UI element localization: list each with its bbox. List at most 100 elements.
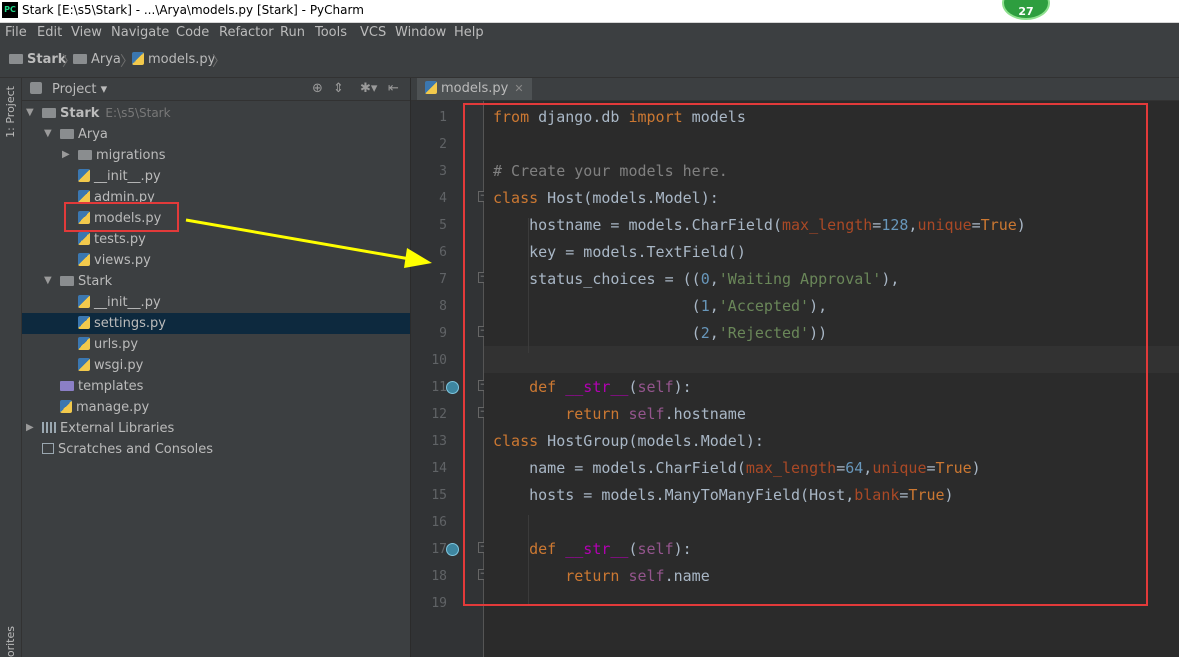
tab-models-py[interactable]: models.py ✕	[417, 78, 532, 100]
python-file-icon	[78, 337, 90, 350]
project-panel: Project ▾ ⊕ ⇕ ✱▾ ⇤ ▼ Stark E:\s5\Stark ▼ …	[22, 78, 411, 657]
python-file-icon	[78, 232, 90, 245]
breadcrumb-separator: 〉	[212, 54, 226, 70]
tree-item-label: manage.py	[60, 400, 149, 415]
line-number: 3	[439, 164, 447, 179]
menu-file[interactable]: File	[5, 25, 27, 40]
tree-item-label: Arya	[60, 127, 108, 142]
menu-tools[interactable]: Tools	[315, 25, 347, 40]
menu-vcs[interactable]: VCS	[360, 25, 386, 40]
expand-arrow-icon[interactable]: ▼	[44, 275, 52, 286]
tree-item-label: Stark E:\s5\Stark	[42, 106, 171, 121]
line-number: 15	[431, 488, 447, 503]
line-number: 10	[431, 353, 447, 368]
menu-navigate[interactable]: Navigate	[111, 25, 169, 40]
tree-item-label: migrations	[78, 148, 166, 163]
line-number: 17	[431, 542, 447, 557]
tab-label: models.py	[441, 81, 509, 96]
hide-panel-icon[interactable]: ⇤	[388, 81, 399, 96]
line-number: 6	[439, 245, 447, 260]
tree-item-label: tests.py	[78, 232, 146, 247]
window-title: Stark [E:\s5\Stark] - ...\Arya\models.py…	[22, 3, 364, 17]
tree-item-text: __init__.py	[94, 295, 161, 310]
close-icon[interactable]: ✕	[514, 82, 523, 95]
line-number: 13	[431, 434, 447, 449]
tree-item-tests[interactable]: tests.py	[22, 229, 410, 250]
menu-code[interactable]: Code	[176, 25, 209, 40]
python-file-icon	[78, 316, 90, 329]
tree-item-text: Stark	[78, 274, 113, 289]
tree-item-label: views.py	[78, 253, 151, 268]
tree-item-text: manage.py	[76, 400, 150, 415]
tree-item-text: Arya	[78, 127, 108, 142]
python-file-icon	[78, 358, 90, 371]
tree-item-wsgi[interactable]: wsgi.py	[22, 355, 410, 376]
expand-arrow-icon[interactable]: ▼	[26, 107, 34, 118]
project-panel-title-label: Project	[52, 82, 97, 97]
line-number: 7	[439, 272, 447, 287]
tree-item-text: settings.py	[94, 316, 166, 331]
menu-window[interactable]: Window	[395, 25, 446, 40]
tree-item-text: __init__.py	[94, 169, 161, 184]
line-number: 11	[431, 380, 447, 395]
tree-item-migrations[interactable]: ▶ migrations	[22, 145, 410, 166]
project-panel-title[interactable]: Project ▾	[52, 82, 107, 97]
tree-item-stark-package[interactable]: ▼ Stark	[22, 271, 410, 292]
tree-item-label: templates	[60, 379, 143, 394]
tree-item-views[interactable]: views.py	[22, 250, 410, 271]
collapsed-arrow-icon[interactable]: ▶	[62, 149, 70, 160]
folder-icon	[42, 108, 56, 118]
tree-item-templates[interactable]: templates	[22, 376, 410, 397]
tree-item-arya[interactable]: ▼ Arya	[22, 124, 410, 145]
breadcrumb-stark[interactable]: Stark	[9, 52, 66, 67]
python-file-icon	[132, 52, 144, 65]
breadcrumb-models[interactable]: models.py	[132, 52, 215, 67]
menu-help[interactable]: Help	[454, 25, 484, 40]
tree-item-label: __init__.py	[78, 295, 161, 310]
tree-item-text: wsgi.py	[94, 358, 144, 373]
python-file-icon	[78, 169, 90, 182]
templates-folder-icon	[60, 381, 74, 391]
tree-item-text: External Libraries	[60, 421, 175, 436]
breadcrumb-label: Stark	[27, 52, 67, 67]
tree-item-label: External Libraries	[42, 421, 174, 436]
tree-item-label: urls.py	[78, 337, 138, 352]
gear-icon[interactable]: ✱▾	[360, 81, 377, 96]
line-number: 12	[431, 407, 447, 422]
breadcrumb-arya[interactable]: Arya	[73, 52, 121, 67]
tree-item-urls[interactable]: urls.py	[22, 334, 410, 355]
expand-arrow-icon[interactable]: ▼	[44, 128, 52, 139]
line-number: 2	[439, 137, 447, 152]
menu-refactor[interactable]: Refactor	[219, 25, 274, 40]
tree-item-text: Scratches and Consoles	[58, 442, 214, 457]
tree-item-label: wsgi.py	[78, 358, 143, 373]
tree-item-scratches[interactable]: Scratches and Consoles	[22, 439, 410, 460]
menu-view[interactable]: View	[71, 25, 102, 40]
collapsed-arrow-icon[interactable]: ▶	[26, 422, 34, 433]
override-method-icon[interactable]	[446, 543, 459, 556]
tree-item-stark-init[interactable]: __init__.py	[22, 292, 410, 313]
tree-item-external-libraries[interactable]: ▶ External Libraries	[22, 418, 410, 439]
tree-item-settings[interactable]: settings.py	[22, 313, 410, 334]
tree-item-text: urls.py	[94, 337, 139, 352]
folder-icon	[78, 150, 92, 160]
project-tool-tab[interactable]: 1: Project	[4, 86, 17, 138]
tree-item-stark-root[interactable]: ▼ Stark E:\s5\Stark	[22, 103, 410, 124]
menu-edit[interactable]: Edit	[37, 25, 62, 40]
line-number: 8	[439, 299, 447, 314]
tree-item-arya-init[interactable]: __init__.py	[22, 166, 410, 187]
line-number: 16	[431, 515, 447, 530]
tree-item-manage[interactable]: manage.py	[22, 397, 410, 418]
folder-icon	[9, 54, 23, 64]
menu-run[interactable]: Run	[280, 25, 305, 40]
line-number: 5	[439, 218, 447, 233]
override-method-icon[interactable]	[446, 381, 459, 394]
tree-item-label: __init__.py	[78, 169, 161, 184]
collapse-all-icon[interactable]: ⇕	[333, 81, 344, 96]
models-file-highlight-box	[64, 202, 179, 232]
tree-item-text: migrations	[96, 148, 166, 163]
left-tool-strip: 1: Project orites	[0, 78, 22, 657]
tree-item-label: Stark	[60, 274, 112, 289]
favorites-tool-tab[interactable]: orites	[4, 626, 17, 657]
locate-file-icon[interactable]: ⊕	[312, 81, 323, 96]
